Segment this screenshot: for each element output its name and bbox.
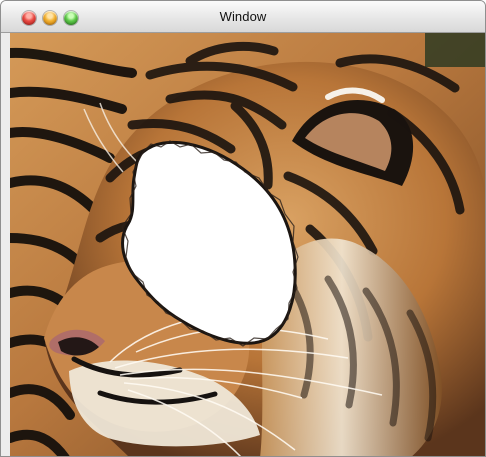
background-foliage <box>425 33 485 67</box>
app-window: Window <box>0 0 486 457</box>
image-content <box>10 33 485 456</box>
window-titlebar[interactable]: Window <box>1 1 485 33</box>
window-title: Window <box>219 9 267 24</box>
tiger-image <box>10 33 485 456</box>
